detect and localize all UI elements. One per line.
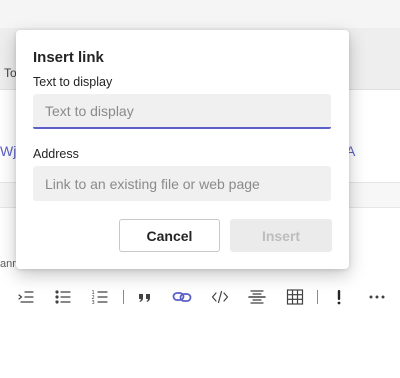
background-header xyxy=(0,0,400,28)
bulleted-list-icon[interactable] xyxy=(51,285,75,309)
background-link-fragment: Wj xyxy=(0,143,17,159)
display-text-input[interactable] xyxy=(33,94,331,129)
address-label: Address xyxy=(33,147,79,161)
format-toolbar: 1 2 3 xyxy=(0,282,400,312)
decrease-indent-icon[interactable] xyxy=(14,285,38,309)
address-input[interactable] xyxy=(33,166,331,201)
toolbar-separator xyxy=(317,290,318,304)
numbered-list-icon[interactable]: 1 2 3 xyxy=(88,285,112,309)
cancel-button[interactable]: Cancel xyxy=(119,219,220,252)
horizontal-rule-icon[interactable] xyxy=(245,285,269,309)
dialog-title: Insert link xyxy=(33,49,104,66)
important-icon[interactable] xyxy=(327,285,351,309)
quote-icon[interactable] xyxy=(133,285,157,309)
svg-text:3: 3 xyxy=(92,300,95,306)
display-text-label: Text to display xyxy=(33,75,113,89)
link-icon[interactable] xyxy=(170,285,194,309)
code-snippet-icon[interactable] xyxy=(208,285,232,309)
insert-button[interactable]: Insert xyxy=(230,219,332,252)
insert-link-dialog: Insert link Text to display Address Canc… xyxy=(16,30,349,269)
more-options-icon[interactable] xyxy=(365,285,389,309)
toolbar-separator xyxy=(123,290,124,304)
table-icon[interactable] xyxy=(283,285,307,309)
background-text-fragment: To xyxy=(4,66,17,80)
